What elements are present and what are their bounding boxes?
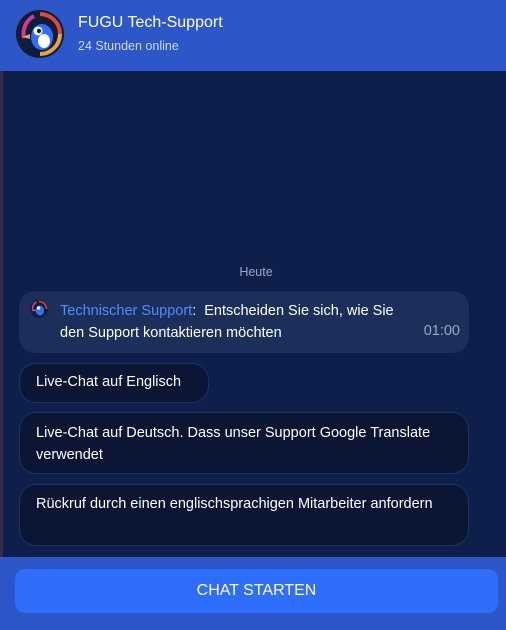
online-status: 24 Stunden online [78, 39, 179, 53]
sender-name[interactable]: Technischer Support [60, 303, 192, 319]
message-time: 01:00 [423, 323, 460, 339]
sender-separator: : [192, 303, 197, 319]
fugu-bird-icon [30, 300, 48, 318]
start-chat-button[interactable]: CHAT STARTEN [15, 569, 498, 613]
date-separator: Heute [239, 265, 273, 279]
support-message: Technischer Support: Entscheiden Sie sich… [19, 291, 469, 353]
fugu-bird-icon [16, 10, 64, 58]
option-live-chat-english[interactable]: Live-Chat auf Englisch [19, 363, 209, 403]
message-text-block: Technischer Support: Entscheiden Sie sich… [60, 300, 420, 344]
chat-widget: FUGU Tech-Support 24 Stunden online Heut… [0, 0, 506, 630]
option-callback-request[interactable]: Rückruf durch einen englischsprachigen M… [19, 484, 469, 546]
option-live-chat-german[interactable]: Live-Chat auf Deutsch. Dass unser Suppor… [19, 412, 469, 474]
chat-header: FUGU Tech-Support 24 Stunden online [0, 0, 506, 71]
chat-title: FUGU Tech-Support [78, 14, 223, 31]
window-edge [0, 0, 3, 630]
